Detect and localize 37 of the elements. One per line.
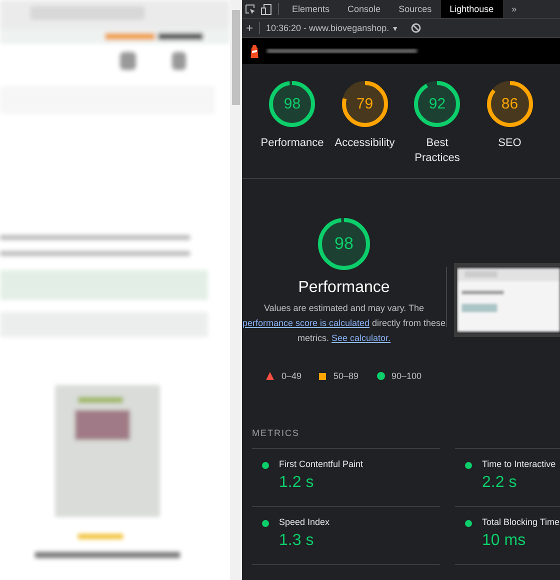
metric-label: Time to Interactive xyxy=(482,459,556,469)
score-link[interactable]: performance score is calculated xyxy=(242,318,370,328)
score-value: 98 xyxy=(334,234,354,254)
score-value: 98 xyxy=(284,96,301,112)
metric-label: Total Blocking Time xyxy=(482,517,560,527)
more-tabs-button[interactable]: » xyxy=(502,0,526,18)
category-label: Best Practices xyxy=(414,136,461,166)
score-value: 86 xyxy=(501,96,518,112)
legend-label: 0–49 xyxy=(281,371,302,381)
metric-value: 10 ms xyxy=(482,532,527,550)
devtools-tab[interactable]: Lighthouse xyxy=(440,0,503,18)
category-label: Performance xyxy=(260,136,324,151)
circle-icon xyxy=(376,372,384,380)
calculator-link[interactable]: See calculator. xyxy=(331,333,391,343)
legend-label: 50–89 xyxy=(333,371,358,381)
metric-label: Speed Index xyxy=(279,517,330,527)
metric-label: First Contentful Paint xyxy=(279,459,364,469)
scrollbar-thumb[interactable] xyxy=(232,10,240,105)
metric-value: 1.3 s xyxy=(279,532,315,550)
category-label: Accessibility xyxy=(334,136,395,151)
metric-value: 1.2 s xyxy=(279,474,315,492)
clear-icon[interactable] xyxy=(410,23,421,33)
square-icon xyxy=(319,372,326,380)
score-note: Values are estimated and may vary. The performance score is calculated directly from these metrics. See calculator. xyxy=(242,302,446,345)
score-value: 92 xyxy=(428,96,446,112)
lighthouse-icon xyxy=(250,44,259,58)
category-title: Performance xyxy=(298,279,390,297)
devtools-tab[interactable]: Elements xyxy=(283,0,339,18)
devtools-tab[interactable]: Console xyxy=(338,0,390,18)
legend-label: 90–100 xyxy=(392,371,422,381)
add-button[interactable]: + xyxy=(246,21,254,35)
metric-value: 2.2 s xyxy=(482,474,518,492)
triangle-icon xyxy=(266,372,274,380)
score-value: 79 xyxy=(356,96,374,112)
devtools-tab[interactable]: Sources xyxy=(390,0,441,18)
category-label: SEO xyxy=(498,136,522,151)
section-heading: METRICS xyxy=(252,428,300,438)
